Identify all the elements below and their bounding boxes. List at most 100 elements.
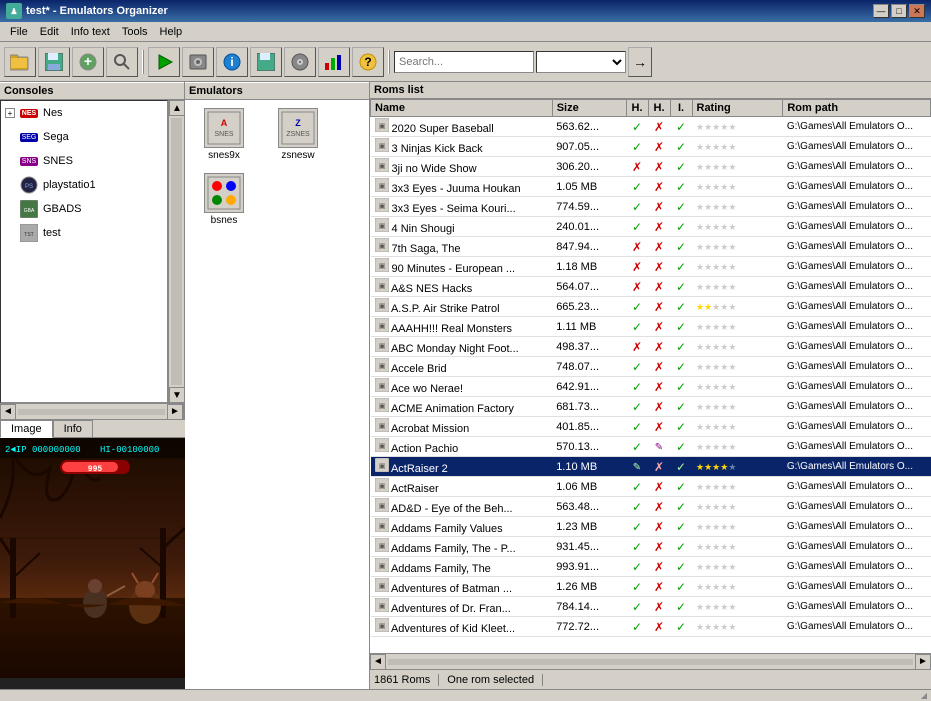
rom-rating[interactable]: ★★★★★ <box>692 417 783 437</box>
col-h1[interactable]: H. <box>626 100 648 117</box>
disc-button[interactable] <box>284 47 316 77</box>
console-item-gbads[interactable]: GBA GBADS <box>1 197 167 221</box>
rom-rating[interactable]: ★★★★★ <box>692 177 783 197</box>
table-row[interactable]: ▣ 2020 Super Baseball 563.62... ✓ ✗ ✓ ★★… <box>371 117 931 137</box>
expand-nes[interactable]: + <box>5 108 15 118</box>
table-row[interactable]: ▣ Adventures of Dr. Fran... 784.14... ✓ … <box>371 597 931 617</box>
table-row[interactable]: ▣ Addams Family, The - P... 931.45... ✓ … <box>371 537 931 557</box>
roms-hscroll[interactable]: ◄ ► <box>370 653 931 669</box>
menu-file[interactable]: File <box>4 25 34 39</box>
rom-rating[interactable]: ★★★★★ <box>692 517 783 537</box>
roms-scroll-right[interactable]: ► <box>915 654 931 670</box>
rom-rating[interactable]: ★★★★★ <box>692 437 783 457</box>
roms-table-container[interactable]: Name Size H. H. I. Rating Rom path ▣ 202… <box>370 99 931 653</box>
maximize-button[interactable]: □ <box>891 4 907 18</box>
menu-edit[interactable]: Edit <box>34 25 65 39</box>
console-item-test[interactable]: TST test <box>1 221 167 245</box>
rom-rating[interactable]: ★★★★★ <box>692 297 783 317</box>
launch-button[interactable] <box>148 47 180 77</box>
consoles-scroll-down[interactable]: ▼ <box>169 387 184 403</box>
table-row[interactable]: ▣ 4 Nin Shougi 240.01... ✓ ✗ ✓ ★★★★★ G:\… <box>371 217 931 237</box>
table-row[interactable]: ▣ 7th Saga, The 847.94... ✗ ✗ ✓ ★★★★★ G:… <box>371 237 931 257</box>
search-input[interactable] <box>394 51 534 73</box>
table-row[interactable]: ▣ AAAHH!!! Real Monsters 1.11 MB ✓ ✗ ✓ ★… <box>371 317 931 337</box>
rom-rating[interactable]: ★★★★★ <box>692 217 783 237</box>
rom-rating[interactable]: ★★★★★ <box>692 597 783 617</box>
rom-rating[interactable]: ★★★★★ <box>692 237 783 257</box>
rom-rating[interactable]: ★★★★★ <box>692 257 783 277</box>
table-row[interactable]: ▣ A&S NES Hacks 564.07... ✗ ✗ ✓ ★★★★★ G:… <box>371 277 931 297</box>
table-row[interactable]: ▣ Adventures of Kid Kleet... 772.72... ✓… <box>371 617 931 637</box>
add-button[interactable]: + <box>72 47 104 77</box>
import-button[interactable] <box>182 47 214 77</box>
col-rompath[interactable]: Rom path <box>783 100 931 117</box>
rom-rating[interactable]: ★★★★★ <box>692 537 783 557</box>
col-size[interactable]: Size <box>552 100 626 117</box>
help-button[interactable]: ? <box>352 47 384 77</box>
rom-rating[interactable]: ★★★★★ <box>692 157 783 177</box>
table-row[interactable]: ▣ 3x3 Eyes - Juuma Houkan 1.05 MB ✓ ✗ ✓ … <box>371 177 931 197</box>
emulator-bsnes[interactable]: bsnes <box>189 169 259 230</box>
rom-rating[interactable]: ★★★★★ <box>692 577 783 597</box>
table-row[interactable]: ▣ Addams Family, The 993.91... ✓ ✗ ✓ ★★★… <box>371 557 931 577</box>
emulator-snes9x[interactable]: ASNES snes9x <box>189 104 259 165</box>
table-row[interactable]: ▣ ActRaiser 1.06 MB ✓ ✗ ✓ ★★★★★ G:\Games… <box>371 477 931 497</box>
emulator-zsnesw[interactable]: ZZSNES zsnesw <box>263 104 333 165</box>
open-folder-button[interactable] <box>4 47 36 77</box>
rom-rating[interactable]: ★★★★★ <box>692 277 783 297</box>
table-row[interactable]: ▣ 3ji no Wide Show 306.20... ✗ ✗ ✓ ★★★★★… <box>371 157 931 177</box>
consoles-list[interactable]: + NES Nes SEG Sega SNS SNES <box>0 100 168 403</box>
search-button[interactable] <box>106 47 138 77</box>
rom-rating[interactable]: ★★★★★ <box>692 477 783 497</box>
chart-button[interactable] <box>318 47 350 77</box>
menu-tools[interactable]: Tools <box>116 25 154 39</box>
col-i[interactable]: I. <box>670 100 692 117</box>
table-row[interactable]: ▣ ABC Monday Night Foot... 498.37... ✗ ✗… <box>371 337 931 357</box>
go-button[interactable]: → <box>628 47 652 77</box>
col-rating[interactable]: Rating <box>692 100 783 117</box>
rom-rating[interactable]: ★★★★★ <box>692 497 783 517</box>
roms-scroll-left[interactable]: ◄ <box>370 654 386 670</box>
rom-rating[interactable]: ★★★★★ <box>692 317 783 337</box>
table-row[interactable]: ▣ Acrobat Mission 401.85... ✓ ✗ ✓ ★★★★★ … <box>371 417 931 437</box>
info-button[interactable]: i <box>216 47 248 77</box>
menu-help[interactable]: Help <box>154 25 189 39</box>
minimize-button[interactable]: — <box>873 4 889 18</box>
tab-image[interactable]: Image <box>0 420 53 438</box>
menu-info-text[interactable]: Info text <box>65 25 116 39</box>
table-row[interactable]: ▣ 90 Minutes - European ... 1.18 MB ✗ ✗ … <box>371 257 931 277</box>
rom-rating[interactable]: ★★★★★ <box>692 617 783 637</box>
rom-rating[interactable]: ★★★★★ <box>692 457 783 477</box>
table-row[interactable]: ▣ ActRaiser 2 1.10 MB ✎ ✗ ✓ ★★★★★ G:\Gam… <box>371 457 931 477</box>
rom-rating[interactable]: ★★★★★ <box>692 557 783 577</box>
col-h2[interactable]: H. <box>648 100 670 117</box>
col-name[interactable]: Name <box>371 100 553 117</box>
table-row[interactable]: ▣ A.S.P. Air Strike Patrol 665.23... ✓ ✗… <box>371 297 931 317</box>
table-row[interactable]: ▣ 3 Ninjas Kick Back 907.05... ✓ ✗ ✓ ★★★… <box>371 137 931 157</box>
table-row[interactable]: ▣ Action Pachio 570.13... ✓ ✎ ✓ ★★★★★ G:… <box>371 437 931 457</box>
rom-rating[interactable]: ★★★★★ <box>692 337 783 357</box>
resize-grip[interactable]: ◢ <box>0 689 931 701</box>
console-item-nes[interactable]: + NES Nes <box>1 101 167 125</box>
table-row[interactable]: ▣ AD&D - Eye of the Beh... 563.48... ✓ ✗… <box>371 497 931 517</box>
rom-rating[interactable]: ★★★★★ <box>692 357 783 377</box>
console-item-snes[interactable]: SNS SNES <box>1 149 167 173</box>
window-controls[interactable]: — □ ✕ <box>873 4 925 18</box>
save-button[interactable] <box>38 47 70 77</box>
export-button[interactable] <box>250 47 282 77</box>
rom-rating[interactable]: ★★★★★ <box>692 377 783 397</box>
table-row[interactable]: ▣ ACME Animation Factory 681.73... ✓ ✗ ✓… <box>371 397 931 417</box>
table-row[interactable]: ▣ Adventures of Batman ... 1.26 MB ✓ ✗ ✓… <box>371 577 931 597</box>
rom-rating[interactable]: ★★★★★ <box>692 197 783 217</box>
consoles-scroll-up[interactable]: ▲ <box>169 100 184 116</box>
filter-dropdown[interactable] <box>536 51 626 73</box>
rom-rating[interactable]: ★★★★★ <box>692 397 783 417</box>
table-row[interactable]: ▣ 3x3 Eyes - Seima Kouri... 774.59... ✓ … <box>371 197 931 217</box>
table-row[interactable]: ▣ Accele Brid 748.07... ✓ ✗ ✓ ★★★★★ G:\G… <box>371 357 931 377</box>
consoles-scroll-left[interactable]: ◄ <box>0 404 16 420</box>
console-item-ps1[interactable]: PS playstatio1 <box>1 173 167 197</box>
table-row[interactable]: ▣ Ace wo Nerae! 642.91... ✓ ✗ ✓ ★★★★★ G:… <box>371 377 931 397</box>
rom-rating[interactable]: ★★★★★ <box>692 137 783 157</box>
tab-info[interactable]: Info <box>53 420 93 437</box>
rom-rating[interactable]: ★★★★★ <box>692 117 783 137</box>
